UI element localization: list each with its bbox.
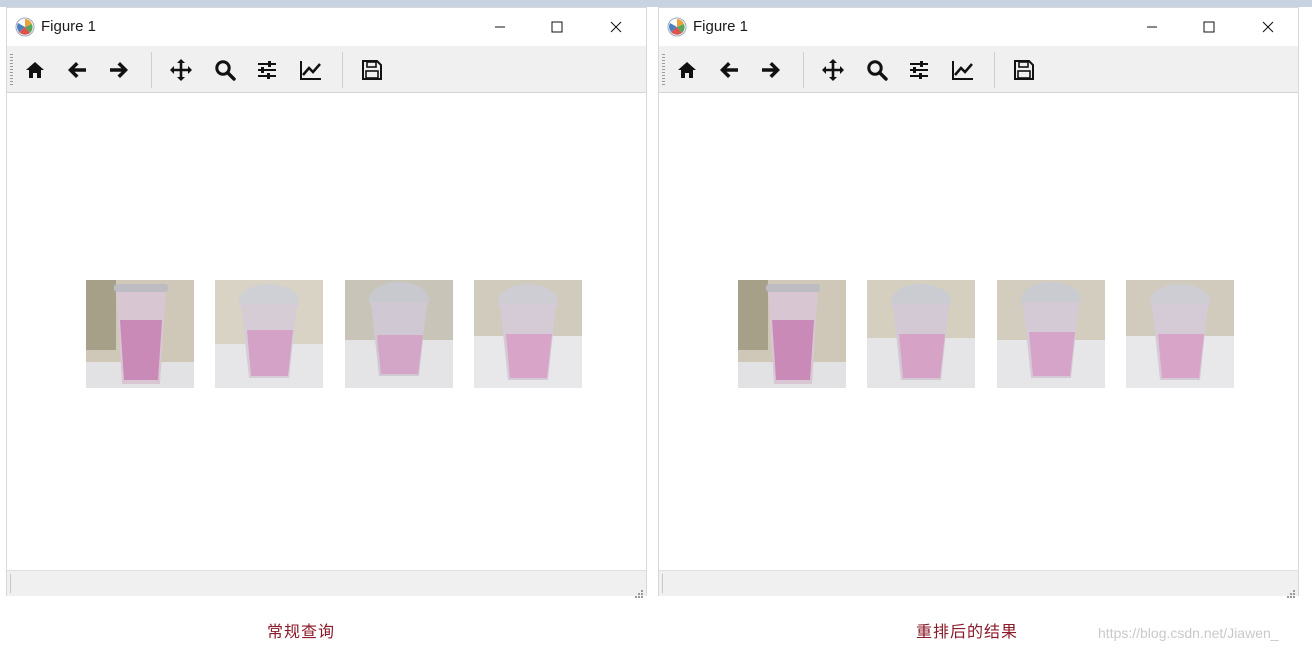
title-bar[interactable]: Figure 1 — [7, 8, 646, 46]
toolbar-separator — [342, 52, 343, 88]
save-icon[interactable] — [1009, 55, 1039, 85]
window-title: Figure 1 — [41, 18, 97, 35]
cup-image-2 — [867, 280, 975, 388]
subplots-icon[interactable] — [252, 55, 282, 85]
toolbar-grip[interactable] — [662, 54, 665, 85]
close-button[interactable] — [1245, 8, 1291, 46]
toolbar-separator — [803, 52, 804, 88]
subplots-icon[interactable] — [904, 55, 934, 85]
window-title: Figure 1 — [693, 18, 749, 35]
minimize-button[interactable] — [477, 8, 523, 46]
caption-regular-query: 常规查询 — [267, 622, 336, 641]
close-button[interactable] — [593, 8, 639, 46]
figure-window-right: Figure 1 — [658, 7, 1299, 598]
axes-icon[interactable] — [948, 55, 978, 85]
navigation-toolbar — [7, 46, 646, 93]
zoom-icon[interactable] — [210, 55, 240, 85]
desktop-top-strip — [0, 0, 1312, 7]
maximize-button[interactable] — [534, 8, 580, 46]
status-divider — [662, 574, 663, 593]
resize-grip-icon[interactable] — [634, 584, 644, 598]
pan-icon[interactable] — [818, 55, 848, 85]
navigation-toolbar — [659, 46, 1298, 93]
cup-image-3 — [997, 280, 1105, 388]
minimize-button[interactable] — [1129, 8, 1175, 46]
figure-canvas[interactable] — [659, 94, 1298, 570]
cup-image-1 — [738, 280, 846, 388]
toolbar-grip[interactable] — [10, 54, 13, 85]
maximize-button[interactable] — [1186, 8, 1232, 46]
cup-image-3 — [345, 280, 453, 388]
save-icon[interactable] — [357, 55, 387, 85]
forward-arrow-icon[interactable] — [104, 55, 134, 85]
toolbar-separator — [151, 52, 152, 88]
watermark: https://blog.csdn.net/Jiawen_ — [1098, 625, 1279, 641]
status-bar — [7, 570, 646, 598]
axes-icon[interactable] — [296, 55, 326, 85]
toolbar-separator — [994, 52, 995, 88]
status-bar — [659, 570, 1298, 598]
matplotlib-logo-icon — [667, 17, 687, 37]
cup-image-4 — [1126, 280, 1234, 388]
forward-arrow-icon[interactable] — [756, 55, 786, 85]
pan-icon[interactable] — [166, 55, 196, 85]
home-icon[interactable] — [20, 55, 50, 85]
cup-image-2 — [215, 280, 323, 388]
matplotlib-logo-icon — [15, 17, 35, 37]
figure-canvas[interactable] — [7, 94, 646, 570]
figure-window-left: Figure 1 — [6, 7, 647, 598]
status-divider — [10, 574, 11, 593]
title-bar[interactable]: Figure 1 — [659, 8, 1298, 46]
caption-reranked-results: 重排后的结果 — [916, 622, 1019, 641]
cup-image-1 — [86, 280, 194, 388]
resize-grip-icon[interactable] — [1286, 584, 1296, 598]
zoom-icon[interactable] — [862, 55, 892, 85]
back-arrow-icon[interactable] — [62, 55, 92, 85]
back-arrow-icon[interactable] — [714, 55, 744, 85]
cup-image-4 — [474, 280, 582, 388]
home-icon[interactable] — [672, 55, 702, 85]
